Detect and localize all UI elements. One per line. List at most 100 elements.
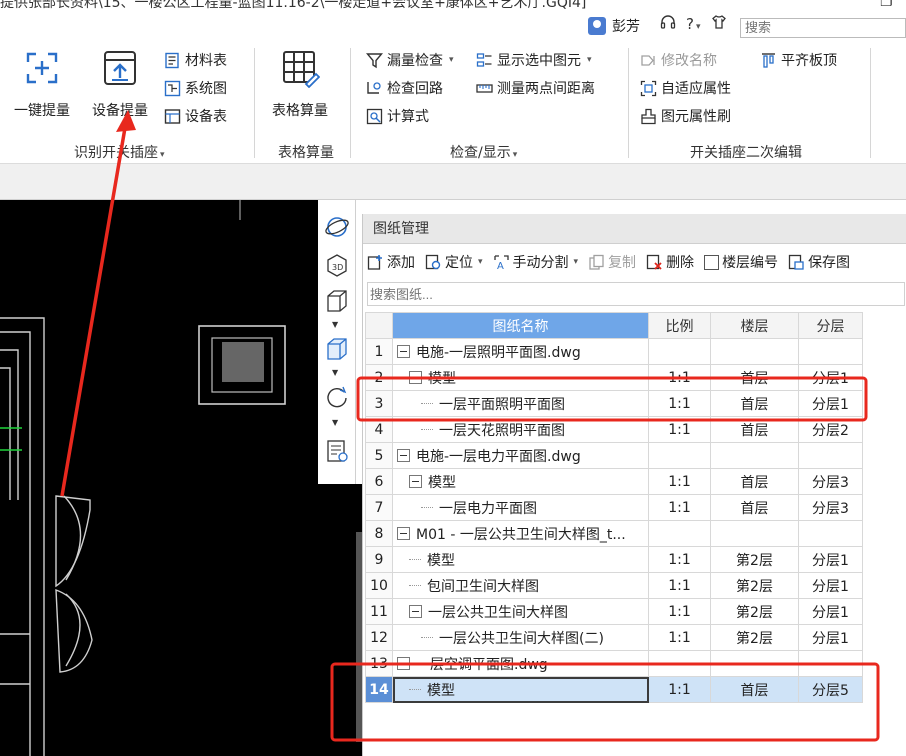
check-loop-button[interactable]: 检查回路 — [366, 78, 443, 98]
floor-cell[interactable]: 第2层 — [710, 624, 799, 651]
scale-cell[interactable] — [648, 520, 711, 547]
row-number[interactable]: 13 — [365, 650, 393, 677]
drawing-search-input[interactable] — [367, 282, 905, 306]
drawing-name-cell[interactable]: M01 - 一层公共卫生间大样图_t... — [392, 520, 649, 547]
add-drawing-button[interactable]: 添加 — [367, 252, 415, 272]
scale-cell[interactable]: 1:1 — [648, 546, 711, 573]
floor-cell[interactable] — [710, 442, 799, 469]
scale-cell[interactable]: 1:1 — [648, 390, 711, 417]
table-row[interactable]: 6 模型 1:1 首层 分层3 — [365, 468, 863, 495]
layer-cell[interactable] — [798, 442, 863, 469]
drawing-name-cell[interactable]: 模型 — [392, 546, 649, 573]
collapse-icon[interactable] — [409, 371, 422, 384]
material-table-button[interactable]: 材料表 — [164, 50, 227, 70]
align-top-button[interactable]: 平齐板顶 — [760, 50, 837, 70]
table-row[interactable]: 13 一层空调平面图.dwg — [365, 650, 863, 677]
drawing-name-cell[interactable]: 电施-一层电力平面图.dwg — [392, 442, 649, 469]
scale-cell[interactable]: 1:1 — [648, 676, 711, 703]
chevron-down-icon[interactable]: ▼ — [332, 418, 338, 427]
floor-cell[interactable]: 首层 — [710, 468, 799, 495]
table-row[interactable]: 2 模型 1:1 首层 分层1 — [365, 364, 863, 391]
cube-icon[interactable] — [324, 288, 350, 314]
row-number[interactable]: 8 — [365, 520, 393, 547]
row-number[interactable]: 7 — [365, 494, 393, 521]
drawing-name-cell[interactable]: 包间卫生间大样图 — [392, 572, 649, 599]
locate-button[interactable]: 定位 ▾ — [425, 252, 483, 272]
group-label-switch-socket[interactable]: 识别开关插座 ▾ — [74, 142, 165, 162]
table-row[interactable]: 1 电施-一层照明平面图.dwg — [365, 338, 863, 365]
table-calc-button[interactable]: 表格算量 — [272, 48, 328, 120]
layer-cell[interactable]: 分层1 — [798, 598, 863, 625]
layer-cell[interactable] — [798, 338, 863, 365]
drawing-name-cell[interactable]: 一层天花照明平面图 — [392, 416, 649, 443]
layer-cell[interactable]: 分层1 — [798, 364, 863, 391]
row-number[interactable]: 1 — [365, 338, 393, 365]
chevron-down-icon[interactable]: ▼ — [332, 368, 338, 377]
floor-number-checkbox[interactable]: 楼层编号 — [704, 252, 778, 272]
table-row[interactable]: 11 一层公共卫生间大样图 1:1 第2层 分层1 — [365, 598, 863, 625]
table-row[interactable]: 7 一层电力平面图 1:1 首层 分层3 — [365, 494, 863, 521]
cube-front-icon[interactable] — [324, 336, 350, 362]
floor-cell[interactable]: 第2层 — [710, 598, 799, 625]
floor-cell[interactable]: 首层 — [710, 676, 799, 703]
drawing-name-cell[interactable]: 模型 — [392, 364, 649, 391]
row-number[interactable]: 14 — [365, 676, 393, 703]
drawing-name-cell[interactable]: 一层公共卫生间大样图(二) — [392, 624, 649, 651]
table-row[interactable]: 14 模型 1:1 首层 分层5 — [365, 676, 863, 703]
layer-cell[interactable]: 分层1 — [798, 572, 863, 599]
row-number[interactable]: 2 — [365, 364, 393, 391]
tshirt-icon[interactable] — [711, 14, 727, 34]
table-row[interactable]: 3 一层平面照明平面图 1:1 首层 分层1 — [365, 390, 863, 417]
row-number[interactable]: 9 — [365, 546, 393, 573]
table-row[interactable]: 12 一层公共卫生间大样图(二) 1:1 第2层 分层1 — [365, 624, 863, 651]
column-header-floor[interactable]: 楼层 — [710, 312, 799, 339]
collapse-icon[interactable] — [409, 605, 422, 618]
layer-cell[interactable]: 分层1 — [798, 546, 863, 573]
layer-cell[interactable]: 分层1 — [798, 390, 863, 417]
column-header-scale[interactable]: 比例 — [648, 312, 711, 339]
help-button[interactable]: ? ▾ — [686, 15, 701, 33]
drawing-name-cell[interactable]: 一层公共卫生间大样图 — [392, 598, 649, 625]
floor-cell[interactable]: 首层 — [710, 494, 799, 521]
show-selected-button[interactable]: 显示选中图元 ▾ — [476, 50, 592, 70]
row-number[interactable]: 11 — [365, 598, 393, 625]
formula-button[interactable]: 计算式 — [366, 106, 429, 126]
layer-cell[interactable]: 分层3 — [798, 468, 863, 495]
floor-cell[interactable] — [710, 520, 799, 547]
scale-cell[interactable]: 1:1 — [648, 624, 711, 651]
adaptive-attr-button[interactable]: 自适应属性 — [640, 78, 731, 98]
rotate-icon[interactable] — [324, 384, 350, 410]
drawing-name-cell[interactable]: 一层电力平面图 — [392, 494, 649, 521]
scale-cell[interactable]: 1:1 — [648, 494, 711, 521]
drawing-name-cell[interactable]: 一层空调平面图.dwg — [392, 650, 649, 677]
drawing-name-cell[interactable]: 模型 — [392, 676, 649, 703]
floor-cell[interactable]: 首层 — [710, 364, 799, 391]
group-label-check-display[interactable]: 检查/显示 ▾ — [450, 142, 517, 162]
attr-brush-button[interactable]: 图元属性刷 — [640, 106, 731, 126]
table-row[interactable]: 4 一层天花照明平面图 1:1 首层 分层2 — [365, 416, 863, 443]
row-number[interactable]: 6 — [365, 468, 393, 495]
delete-button[interactable]: 删除 — [646, 252, 694, 272]
drawing-name-cell[interactable]: 一层平面照明平面图 — [392, 390, 649, 417]
scale-cell[interactable]: 1:1 — [648, 364, 711, 391]
floor-cell[interactable] — [710, 338, 799, 365]
collapse-icon[interactable] — [397, 449, 410, 462]
floor-cell[interactable]: 首层 — [710, 416, 799, 443]
row-number[interactable]: 5 — [365, 442, 393, 469]
leak-check-button[interactable]: 漏量检查 ▾ — [366, 50, 454, 70]
scale-cell[interactable] — [648, 650, 711, 677]
device-calc-button[interactable]: 设备提量 — [92, 48, 148, 120]
manual-split-button[interactable]: A 手动分割 ▾ — [493, 252, 578, 272]
floor-cell[interactable] — [710, 650, 799, 677]
collapse-icon[interactable] — [397, 657, 410, 670]
orbit-icon[interactable] — [324, 214, 350, 240]
collapse-icon[interactable] — [397, 345, 410, 358]
drawing-name-cell[interactable]: 电施-一层照明平面图.dwg — [392, 338, 649, 365]
layer-cell[interactable] — [798, 520, 863, 547]
scale-cell[interactable]: 1:1 — [648, 468, 711, 495]
row-number[interactable]: 4 — [365, 416, 393, 443]
one-click-calc-button[interactable]: 一键提量 — [14, 48, 70, 120]
view-3d-icon[interactable]: 3D — [324, 252, 350, 278]
headset-icon[interactable] — [660, 14, 676, 34]
scale-cell[interactable]: 1:1 — [648, 572, 711, 599]
